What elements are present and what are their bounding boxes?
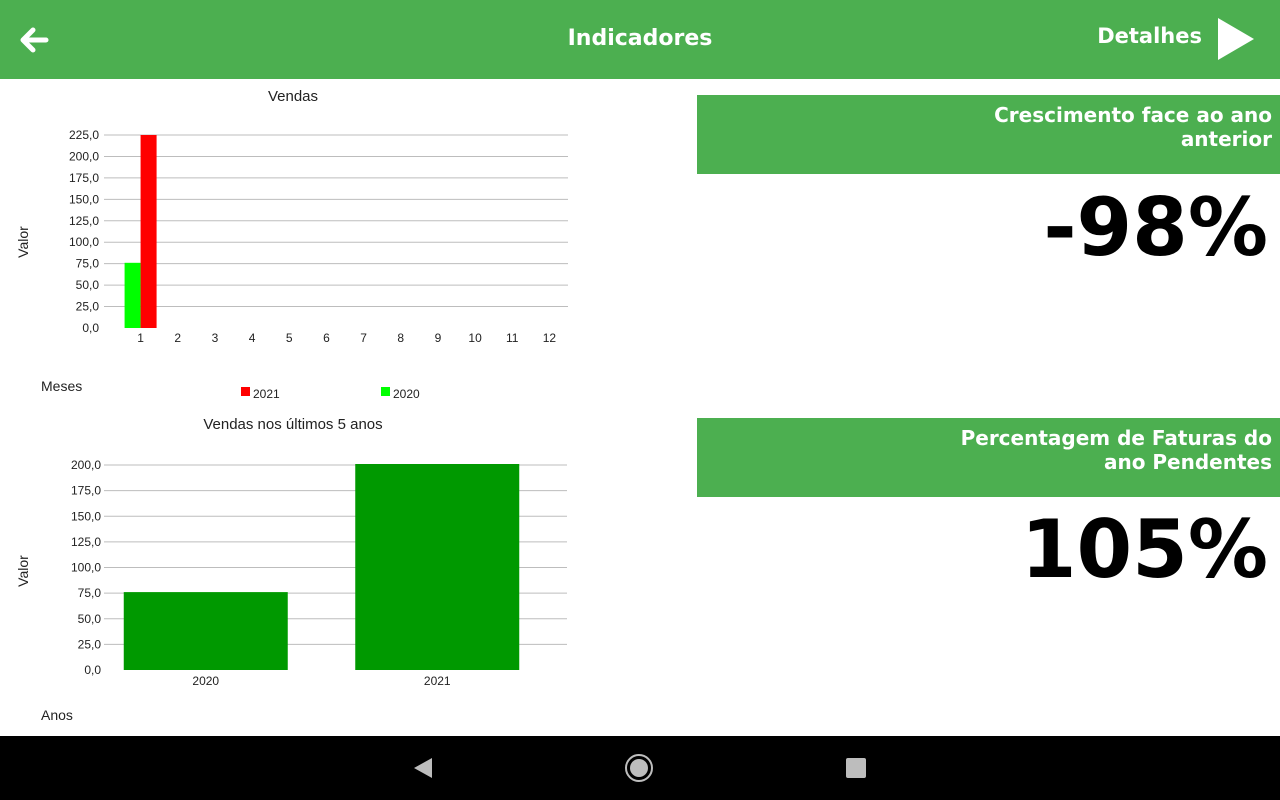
y-tick-label: 0,0 [82,321,99,335]
y-tick-label: 75,0 [78,586,102,600]
x-tick-label: 2020 [192,674,219,688]
chart-svg: Vendas nos últimos 5 anos Valor 0,0 25,0 50,… [15,416,567,723]
y-tick-label: 100,0 [71,561,101,575]
nav-back-button[interactable] [408,752,440,784]
x-tick-label: 3 [212,331,219,345]
nav-back-icon [414,758,432,778]
x-tick-label: 11 [506,331,519,345]
x-tick-label: 1 [137,331,144,345]
kpi-pending-header: Percentagem de Faturas do ano Pendentes [697,418,1280,497]
yearly-sales-chart: Vendas nos últimos 5 anos Valor 0,0 25,0 50,… [0,409,600,736]
chart-title: Vendas [268,88,318,105]
x-tick-label: 12 [543,331,557,345]
kpi-pending-title: Percentagem de Faturas do ano Pendentes [960,426,1272,474]
y-tick-label: 25,0 [76,300,100,314]
bar [355,464,520,670]
bar [140,135,157,328]
y-tick-label: 200,0 [71,458,101,472]
nav-home-icon [625,754,653,782]
y-tick-label: 175,0 [69,171,99,185]
bar [124,262,141,328]
y-tick-label: 150,0 [71,509,101,523]
page-title: Indicadores [567,26,713,51]
x-tick-label: 9 [435,331,442,345]
y-tick-label: 200,0 [69,149,99,163]
chart-svg: Vendas Valor 0,0 25,0 50,0 75,0 100,0 125,0 150,… [15,88,568,401]
back-button[interactable] [12,18,56,62]
x-tick-label: 8 [397,331,404,345]
x-tick-label: 2 [174,331,181,345]
x-tick-label: 5 [286,331,293,345]
legend-label: 2020 [393,387,420,401]
y-tick-label: 25,0 [78,637,102,651]
legend-swatch [241,387,250,396]
x-tick-label: 4 [249,331,256,345]
kpi-growth-value: -98% [1043,181,1268,274]
x-tick-label: 6 [323,331,330,345]
x-axis-label: Anos [41,707,73,723]
kpi-pending-value: 105% [1020,503,1268,596]
x-tick-label: 2021 [424,674,451,688]
x-axis-label: Meses [41,378,82,394]
legend-swatch [381,387,390,396]
nav-recents-button[interactable] [840,752,872,784]
app-screen: Indicadores Detalhes Vendas Valor 0,0 25,0 5… [0,0,1280,800]
nav-recents-icon [846,758,866,778]
y-tick-label: 225,0 [69,128,99,142]
y-tick-label: 50,0 [78,612,102,626]
kpi-growth-header: Crescimento face ao ano anterior [697,95,1280,174]
y-axis-label: Valor [15,555,31,587]
y-tick-label: 125,0 [71,535,101,549]
y-tick-label: 175,0 [71,484,101,498]
play-triangle-icon [1218,18,1254,60]
x-tick-label: 7 [360,331,367,345]
legend-label: 2021 [253,387,280,401]
y-axis-label: Valor [15,226,31,258]
kpi-growth-title: Crescimento face ao ano anterior [994,103,1272,151]
chart-title: Vendas nos últimos 5 anos [203,416,382,433]
details-label: Detalhes [1097,24,1202,48]
y-tick-label: 50,0 [76,278,100,292]
y-tick-label: 150,0 [69,192,99,206]
system-nav-bar [0,736,1280,800]
details-button[interactable]: Detalhes [1097,16,1256,62]
monthly-sales-chart: Vendas Valor 0,0 25,0 50,0 75,0 100,0 125,0 150,… [0,79,600,409]
y-tick-label: 125,0 [69,214,99,228]
app-bar: Indicadores Detalhes [0,0,1280,79]
arrow-left-icon [20,27,49,53]
y-tick-label: 0,0 [84,663,101,677]
x-tick-label: 10 [468,331,482,345]
nav-home-button[interactable] [623,752,655,784]
y-tick-label: 75,0 [76,257,100,271]
bar [123,592,288,670]
y-tick-label: 100,0 [69,235,99,249]
